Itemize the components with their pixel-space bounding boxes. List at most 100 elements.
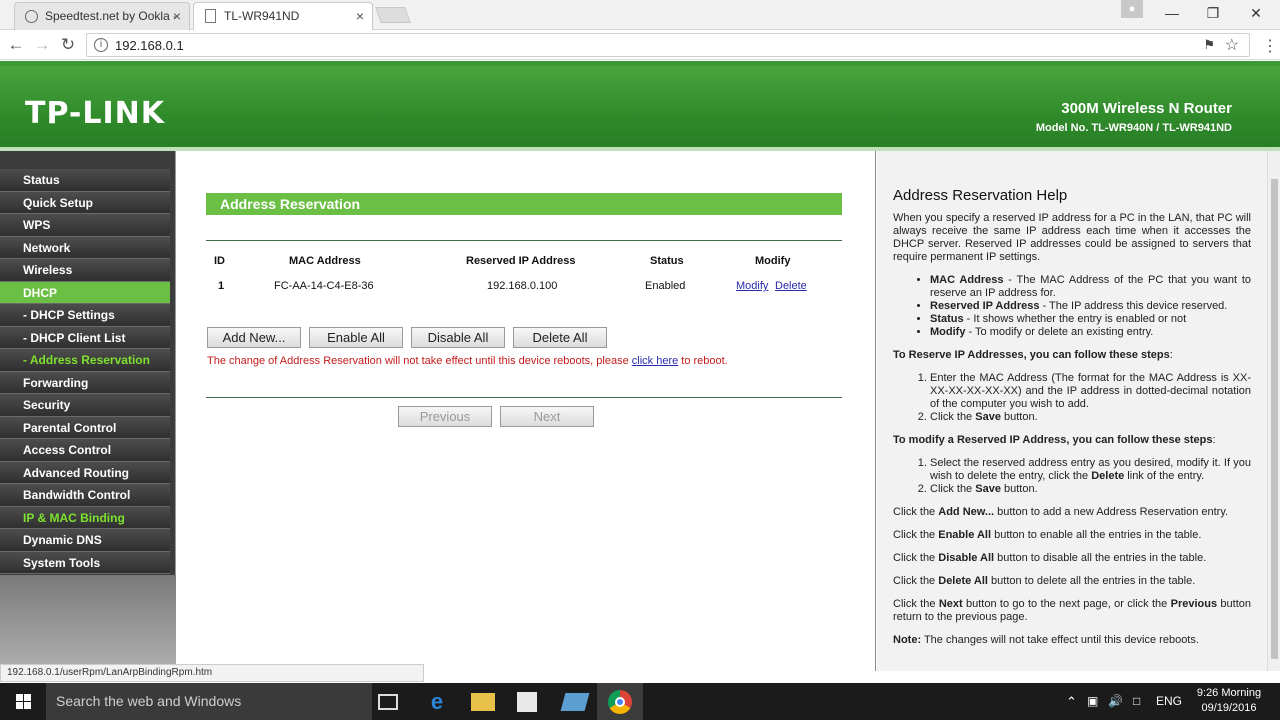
help-step: Click the Save button. [930, 411, 1251, 424]
close-tab-icon[interactable]: × [356, 3, 364, 29]
cell-id: 1 [218, 280, 225, 292]
status-bar-url: 192.168.0.1/userRpm/LanArpBindingRpm.htm [0, 664, 424, 682]
start-button[interactable] [0, 683, 46, 720]
col-mac: MAC Address [289, 255, 361, 267]
cell-status: Enabled [645, 280, 686, 292]
help-add-text: Click the Add New... button to add a new… [893, 506, 1229, 518]
store-icon[interactable] [517, 692, 537, 712]
pin-icon[interactable]: ⚑ [1203, 37, 1215, 53]
sidebar-item-parental-control[interactable]: Parental Control [0, 416, 170, 439]
sidebar-item-wireless[interactable]: Wireless [0, 259, 170, 282]
info-icon[interactable]: i [94, 38, 108, 52]
browser-tab-bar: Speedtest.net by Ookla - × TL-WR941ND × … [0, 0, 1280, 30]
clock-date: 09/19/2016 [1201, 702, 1257, 714]
help-delete-text: Click the Delete All button to delete al… [893, 575, 1196, 587]
add-new-button[interactable]: Add New... [207, 327, 301, 348]
chrome-icon-center [615, 697, 625, 707]
enable-all-button[interactable]: Enable All [309, 327, 403, 348]
cell-mac: FC-AA-14-C4-E8-36 [274, 280, 374, 292]
next-button[interactable]: Next [500, 406, 594, 427]
sidebar-item-dynamic-dns[interactable]: Dynamic DNS [0, 529, 170, 552]
notice-text: The change of Address Reservation will n… [207, 355, 632, 367]
table-header-row: ID MAC Address Reserved IP Address Statu… [206, 251, 842, 276]
user-profile-icon[interactable]: ● [1121, 0, 1143, 18]
volume-icon[interactable]: 🔊 [1108, 683, 1123, 720]
close-tab-icon[interactable]: × [173, 3, 181, 29]
help-scrollbar[interactable] [1267, 151, 1280, 671]
tab-title: Speedtest.net by Ookla - [45, 9, 178, 23]
help-bullet: MAC Address - The MAC Address of the PC … [930, 274, 1251, 300]
taskbar-clock[interactable]: 9:26 Morning 09/19/2016 [1194, 686, 1264, 716]
col-id: ID [214, 255, 225, 267]
notifications-icon[interactable]: □ [1133, 683, 1140, 720]
taskbar-search[interactable]: Search the web and Windows [46, 683, 372, 720]
sidebar-item-quick-setup[interactable]: Quick Setup [0, 191, 170, 214]
sidebar-item-bandwidth-control[interactable]: Bandwidth Control [0, 484, 170, 507]
network-icon[interactable]: ▣ [1087, 683, 1098, 720]
help-note: Note: The changes will not take effect u… [893, 634, 1199, 646]
app-icon[interactable] [560, 693, 590, 711]
previous-button[interactable]: Previous [398, 406, 492, 427]
reservation-table: ID MAC Address Reserved IP Address Statu… [206, 251, 842, 301]
notice-text-end: to reboot. [678, 355, 728, 367]
minimize-icon[interactable]: — [1152, 0, 1192, 30]
bookmark-star-icon[interactable]: ☆ [1225, 35, 1239, 55]
sidebar-item-security[interactable]: Security [0, 394, 170, 417]
help-step: Click the Save button. [930, 483, 1251, 496]
reload-icon[interactable]: ↻ [57, 34, 79, 56]
sidebar-item-dhcp[interactable]: DHCP [0, 281, 170, 304]
disable-all-button[interactable]: Disable All [411, 327, 505, 348]
tab-router[interactable]: TL-WR941ND × [193, 2, 373, 30]
help-enable-text: Click the Enable All button to enable al… [893, 529, 1202, 541]
help-bullet: Reserved IP Address - The IP address thi… [930, 300, 1251, 313]
sidebar: Status Quick Setup WPS Network Wireless … [0, 151, 176, 671]
cell-ip: 192.168.0.100 [487, 280, 558, 292]
sidebar-menu: Status Quick Setup WPS Network Wireless … [0, 169, 170, 574]
back-arrow-icon[interactable]: ← [5, 34, 27, 56]
sidebar-item-wps[interactable]: WPS [0, 214, 170, 237]
delete-link[interactable]: Delete [775, 280, 807, 292]
tab-speedtest[interactable]: Speedtest.net by Ookla - × [14, 2, 190, 30]
table-row: 1 FC-AA-14-C4-E8-36 192.168.0.100 Enable… [206, 276, 842, 301]
reboot-notice: The change of Address Reservation will n… [207, 355, 728, 367]
modify-link[interactable]: Modify [736, 280, 768, 292]
tab-title: TL-WR941ND [224, 9, 300, 23]
sidebar-item-status[interactable]: Status [0, 169, 170, 192]
input-language[interactable]: ENG [1156, 683, 1182, 720]
chrome-taskbar-button[interactable] [597, 683, 643, 720]
address-bar[interactable]: i 192.168.0.1 ⚑ ☆ [86, 33, 1250, 57]
tray-chevron-icon[interactable]: ⌃ [1066, 683, 1077, 720]
col-modify: Modify [755, 255, 791, 267]
sidebar-item-advanced-routing[interactable]: Advanced Routing [0, 461, 170, 484]
help-intro: When you specify a reserved IP address f… [893, 212, 1251, 263]
sidebar-item-dhcp-client-list[interactable]: - DHCP Client List [0, 326, 170, 349]
col-status: Status [650, 255, 684, 267]
file-explorer-icon[interactable] [471, 693, 495, 711]
sidebar-item-ip-mac-binding[interactable]: IP & MAC Binding [0, 506, 170, 529]
sidebar-item-access-control[interactable]: Access Control [0, 439, 170, 462]
windows-logo-icon [16, 694, 31, 709]
browser-menu-icon[interactable]: ⋮ [1260, 36, 1280, 56]
help-modify-heading: To modify a Reserved IP Address, you can… [893, 434, 1216, 446]
sidebar-item-system-tools[interactable]: System Tools [0, 551, 170, 574]
restore-icon[interactable]: ❐ [1193, 0, 1233, 30]
sidebar-item-network[interactable]: Network [0, 236, 170, 259]
help-title: Address Reservation Help [893, 187, 1068, 204]
edge-icon[interactable]: e [425, 690, 449, 714]
help-field-list: MAC Address - The MAC Address of the PC … [930, 274, 1251, 339]
delete-all-button[interactable]: Delete All [513, 327, 607, 348]
new-tab-button[interactable] [375, 7, 411, 23]
sidebar-filler [0, 575, 176, 671]
sidebar-item-forwarding[interactable]: Forwarding [0, 371, 170, 394]
windows-taskbar: Search the web and Windows e ⌃ ▣ 🔊 □ ENG… [0, 683, 1280, 720]
close-window-icon[interactable]: ✕ [1236, 0, 1276, 30]
page-title: Address Reservation [206, 193, 842, 215]
speedtest-favicon-icon [25, 10, 38, 23]
sidebar-item-dhcp-settings[interactable]: - DHCP Settings [0, 304, 170, 327]
sidebar-item-address-reservation[interactable]: - Address Reservation [0, 349, 170, 372]
help-panel: Address Reservation Help When you specif… [877, 151, 1267, 671]
scrollbar-thumb[interactable] [1271, 179, 1278, 659]
forward-arrow-icon[interactable]: → [31, 34, 53, 56]
reboot-link[interactable]: click here [632, 355, 678, 367]
task-view-icon[interactable] [378, 694, 398, 710]
